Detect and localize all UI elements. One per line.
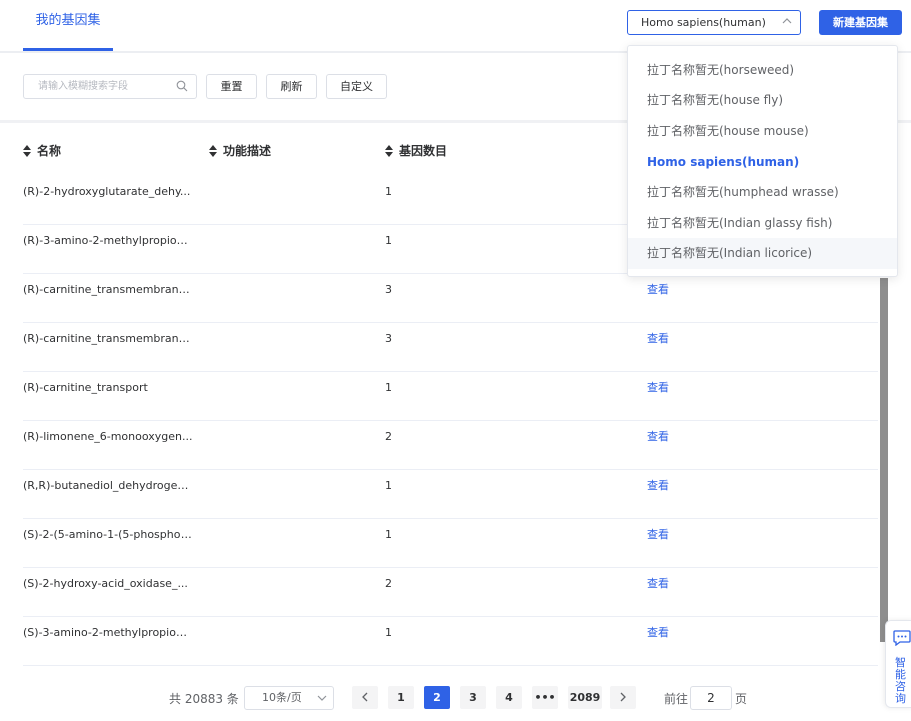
prev-page-button[interactable] [352,686,378,709]
smart-consult-label: 智能咨询 [895,656,906,705]
sort-icon[interactable] [209,144,217,157]
chevron-right-icon [620,692,626,702]
sort-icon[interactable] [385,144,393,157]
view-link[interactable]: 查看 [647,372,669,421]
cell-name: (R)-3-amino-2-methylpropion... [23,234,193,247]
table-row: (S)-2-(5-amino-1-(5-phospho-... 1 查看 [23,519,878,568]
cell-count: 2 [385,577,392,590]
page-ellipsis-button[interactable]: ••• [532,686,558,709]
view-link[interactable]: 查看 [647,274,669,323]
species-option[interactable]: 拉丁名称暂无(Indian glassy fish) [628,208,897,239]
search-box [23,74,197,99]
tab-my-genesets[interactable]: 我的基因集 [23,0,113,51]
goto-prefix: 前往 [664,692,689,706]
cell-count: 2 [385,430,392,443]
reset-button[interactable]: 重置 [206,74,257,99]
species-option[interactable]: 拉丁名称暂无(house mouse) [628,116,897,147]
cell-count: 1 [385,528,392,541]
next-page-button[interactable] [610,686,636,709]
cell-count: 1 [385,234,392,247]
species-dropdown: 拉丁名称暂无(horseweed) 拉丁名称暂无(house fly) 拉丁名称… [627,45,898,277]
page-button-1[interactable]: 1 [388,686,414,709]
table-row: (R)-carnitine_transport 1 查看 [23,372,878,421]
cell-name: (R)-carnitine_transmembrane... [23,283,193,296]
page-size-value: 10条/页 [262,691,302,704]
table-row: (S)-2-hydroxy-acid_oxidase_... 2 查看 [23,568,878,617]
species-option[interactable]: 拉丁名称暂无(house fly) [628,85,897,116]
chat-bubble-icon [893,630,911,646]
species-select[interactable]: Homo sapiens(human) [627,10,801,35]
table-row: (R)-carnitine_transmembrane... 3 查看 [23,274,878,323]
species-option-selected[interactable]: Homo sapiens(human) [628,147,897,178]
sort-icon[interactable] [23,144,31,157]
species-option-hovered[interactable]: 拉丁名称暂无(Indian licorice) [628,238,897,269]
customize-button[interactable]: 自定义 [326,74,387,99]
cell-count: 3 [385,332,392,345]
cell-name: (S)-2-(5-amino-1-(5-phospho-... [23,528,193,541]
chevron-left-icon [362,692,368,702]
column-label: 名称 [37,144,62,158]
cell-count: 1 [385,626,392,639]
table-scrollbar[interactable] [880,278,888,642]
refresh-button[interactable]: 刷新 [266,74,317,99]
cell-name: (R)-2-hydroxyglutarate_dehy... [23,185,191,198]
goto-page-input[interactable]: 2 [690,686,732,710]
goto-suffix: 页 [735,692,748,706]
species-option[interactable]: 拉丁名称暂无(humphead wrasse) [628,177,897,208]
page-button-last[interactable]: 2089 [568,686,602,709]
cell-count: 1 [385,381,392,394]
cell-name: (R,R)-butanediol_dehydrogen... [23,479,193,492]
page-button-2-current[interactable]: 2 [424,686,450,709]
page-button-4[interactable]: 4 [496,686,522,709]
column-label: 功能描述 [223,144,272,158]
cell-name: (R)-carnitine_transport [23,381,148,394]
cell-count: 1 [385,479,392,492]
table-row: (R,R)-butanediol_dehydrogen... 1 查看 [23,470,878,519]
page-size-select[interactable]: 10条/页 [244,686,334,710]
cell-count: 1 [385,185,392,198]
cell-name: (R)-carnitine_transmembrane... [23,332,193,345]
search-input[interactable] [24,75,164,98]
search-icon[interactable] [176,80,188,92]
species-option[interactable]: 拉丁名称暂无(horseweed) [628,55,897,86]
column-label: 基因数目 [399,144,448,158]
table-row: (S)-3-amino-2-methylpropion... 1 查看 [23,617,878,666]
species-selected-value: Homo sapiens(human) [641,16,766,29]
chevron-down-icon [317,695,327,701]
cell-name: (S)-2-hydroxy-acid_oxidase_... [23,577,188,590]
table-row: (R)-limonene_6-monooxygen... 2 查看 [23,421,878,470]
cell-count: 3 [385,283,392,296]
view-link[interactable]: 查看 [647,323,669,372]
chevron-up-icon [782,18,792,24]
column-header-gene-count[interactable]: 基因数目 [385,142,447,159]
page-button-3[interactable]: 3 [460,686,486,709]
new-geneset-button[interactable]: 新建基因集 [819,10,902,35]
cell-name: (R)-limonene_6-monooxygen... [23,430,193,443]
view-link[interactable]: 查看 [647,568,669,617]
table-row: (R)-carnitine_transmembrane... 3 查看 [23,323,878,372]
view-link[interactable]: 查看 [647,470,669,519]
smart-consult-button[interactable]: 智能咨询 [885,620,911,708]
cell-name: (S)-3-amino-2-methylpropion... [23,626,193,639]
view-link[interactable]: 查看 [647,617,669,666]
column-header-description[interactable]: 功能描述 [209,142,271,159]
total-count: 共 20883 条 [169,692,239,706]
view-link[interactable]: 查看 [647,519,669,568]
view-link[interactable]: 查看 [647,421,669,470]
column-header-name[interactable]: 名称 [23,142,61,159]
